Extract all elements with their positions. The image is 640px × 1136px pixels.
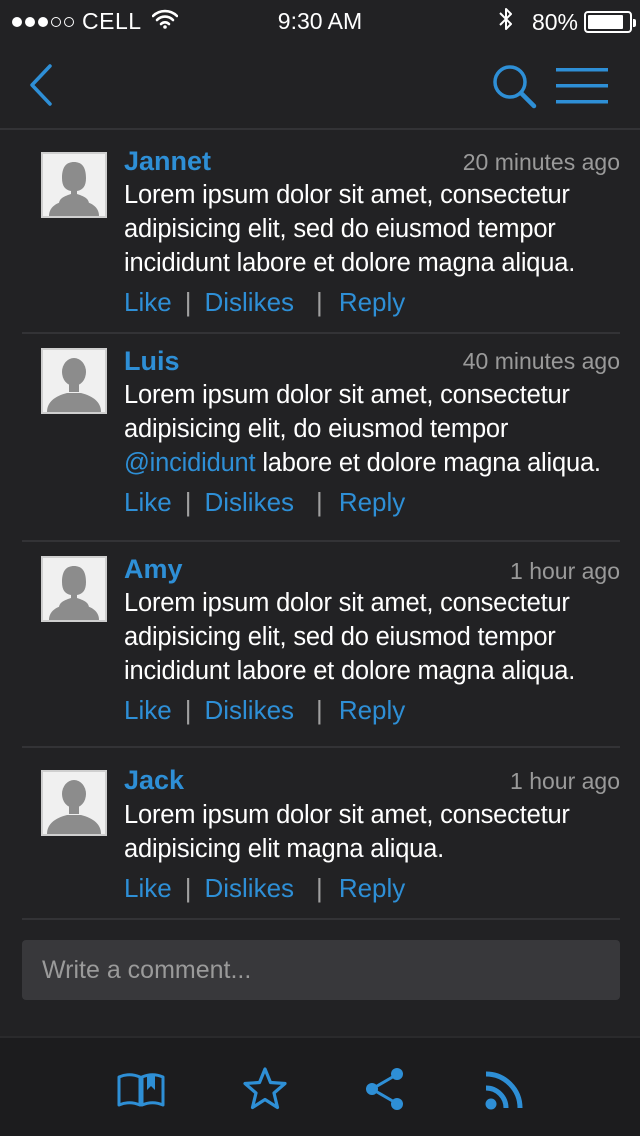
divider: | xyxy=(316,695,323,725)
star-icon xyxy=(243,1067,287,1110)
comment-time: 40 minutes ago xyxy=(462,348,620,374)
male-avatar-icon[interactable] xyxy=(41,770,107,836)
like-button[interactable]: Like xyxy=(124,873,172,904)
divider: | xyxy=(316,873,323,903)
dislikes-button[interactable]: Dislikes xyxy=(204,695,294,726)
tab-feed[interactable] xyxy=(480,1064,530,1114)
female-avatar-icon[interactable] xyxy=(41,152,107,218)
comment-author[interactable]: Luis xyxy=(124,346,180,377)
divider: | xyxy=(184,287,192,317)
comment-time: 1 hour ago xyxy=(510,768,620,794)
comment-item: Luis 40 minutes ago Lorem ipsum dolor si… xyxy=(22,334,620,542)
tab-book[interactable] xyxy=(116,1064,166,1114)
comment-time: 1 hour ago xyxy=(510,558,620,584)
comment-body: Lorem ipsum dolor sit amet, consectetur … xyxy=(124,378,620,480)
tab-bar xyxy=(0,1036,640,1136)
comment-actions: Like | Dislikes | Reply xyxy=(124,287,405,318)
reply-button[interactable]: Reply xyxy=(339,695,405,726)
screen: CELL 9:30 AM 80% Jannet 20 minutes ago L… xyxy=(0,0,640,1136)
dislikes-button[interactable]: Dislikes xyxy=(204,287,294,318)
comment-item: Jannet 20 minutes ago Lorem ipsum dolor … xyxy=(22,140,620,334)
comment-body: Lorem ipsum dolor sit amet, consectetur … xyxy=(124,586,620,688)
comment-author[interactable]: Amy xyxy=(124,554,183,585)
like-button[interactable]: Like xyxy=(124,287,172,318)
comment-input[interactable] xyxy=(22,940,620,1000)
comment-text-tail: labore et dolore magna aliqua. xyxy=(255,449,601,477)
share-icon xyxy=(366,1068,403,1110)
divider: | xyxy=(184,873,192,903)
rss-icon xyxy=(485,1071,523,1110)
hamburger-menu-icon xyxy=(556,68,608,104)
like-button[interactable]: Like xyxy=(124,695,172,726)
reply-button[interactable]: Reply xyxy=(339,287,405,318)
dislikes-button[interactable]: Dislikes xyxy=(204,873,294,904)
reply-button[interactable]: Reply xyxy=(339,873,405,904)
search-icon xyxy=(493,65,537,109)
battery-percent: 80% xyxy=(531,8,578,35)
comment-actions: Like | Dislikes | Reply xyxy=(124,873,405,904)
comment-author[interactable]: Jannet xyxy=(124,146,211,177)
tab-favorites[interactable] xyxy=(240,1064,290,1114)
divider: | xyxy=(184,487,192,517)
comment-mention[interactable]: @incididunt xyxy=(124,449,256,477)
bluetooth-icon xyxy=(498,6,514,38)
comment-actions: Like | Dislikes | Reply xyxy=(124,487,405,518)
male-avatar-icon[interactable] xyxy=(41,348,107,414)
comment-text: Lorem ipsum dolor sit amet, consectetur … xyxy=(124,181,576,277)
battery-icon xyxy=(584,11,636,33)
comment-text: Lorem ipsum dolor sit amet, consectetur … xyxy=(124,801,570,863)
divider: | xyxy=(316,287,323,317)
search-button[interactable] xyxy=(490,62,540,112)
book-icon xyxy=(117,1073,165,1107)
back-button[interactable] xyxy=(24,60,60,110)
divider: | xyxy=(184,695,192,725)
comment-text: Lorem ipsum dolor sit amet, consectetur … xyxy=(124,589,576,685)
comment-body: Lorem ipsum dolor sit amet, consectetur … xyxy=(124,798,620,866)
comment-body: Lorem ipsum dolor sit amet, consectetur … xyxy=(124,178,620,280)
nav-bar xyxy=(0,40,640,130)
comment-item: Jack 1 hour ago Lorem ipsum dolor sit am… xyxy=(22,748,620,920)
menu-button[interactable] xyxy=(555,66,609,106)
divider: | xyxy=(316,487,323,517)
status-right: 80% xyxy=(498,6,636,38)
comment-time: 20 minutes ago xyxy=(462,149,620,175)
female-avatar-icon[interactable] xyxy=(41,556,107,622)
tab-share[interactable] xyxy=(360,1064,410,1114)
comment-actions: Like | Dislikes | Reply xyxy=(124,695,405,726)
comment-author[interactable]: Jack xyxy=(124,765,184,796)
like-button[interactable]: Like xyxy=(124,487,172,518)
status-bar: CELL 9:30 AM 80% xyxy=(0,0,640,40)
reply-button[interactable]: Reply xyxy=(339,487,405,518)
comment-text: Lorem ipsum dolor sit amet, consectetur … xyxy=(124,381,570,443)
comment-item: Amy 1 hour ago Lorem ipsum dolor sit ame… xyxy=(22,542,620,748)
dislikes-button[interactable]: Dislikes xyxy=(204,487,294,518)
chevron-left-icon xyxy=(30,64,52,106)
comment-list: Jannet 20 minutes ago Lorem ipsum dolor … xyxy=(22,140,620,920)
